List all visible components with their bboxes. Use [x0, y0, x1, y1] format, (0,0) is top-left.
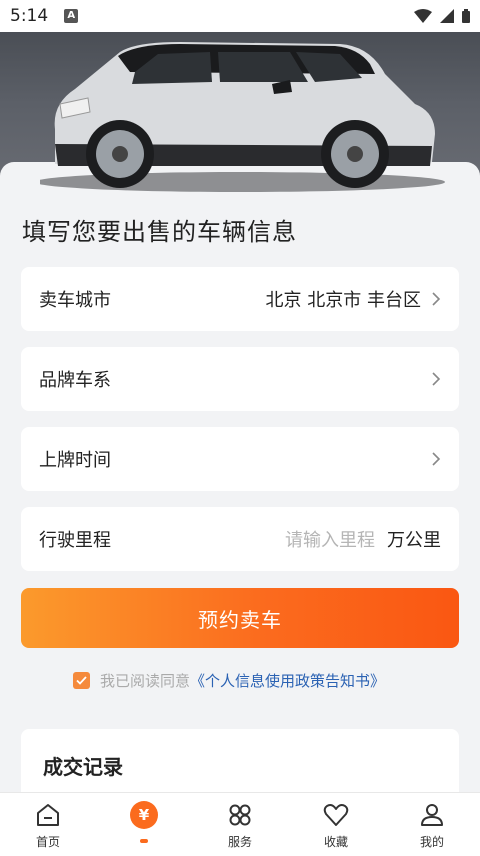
tab-service[interactable]: 服务: [192, 793, 288, 856]
chevron-right-icon: [432, 452, 441, 466]
city-value: 北京 北京市 丰台区: [265, 290, 421, 311]
tab-mine[interactable]: 我的: [384, 793, 480, 856]
privacy-policy-link[interactable]: 《个人信息使用政策告知书》: [190, 670, 385, 691]
agreement-row: 我已阅读同意 《个人信息使用政策告知书》: [73, 670, 385, 691]
chevron-right-icon: [432, 292, 441, 306]
mileage-input[interactable]: 请输入里程: [285, 526, 375, 552]
tab-favorites-label: 收藏: [323, 835, 348, 849]
heart-icon: [323, 804, 349, 826]
brand-label: 品牌车系: [39, 370, 111, 391]
brand-row[interactable]: 品牌车系: [21, 347, 459, 411]
agreement-prefix: 我已阅读同意: [100, 672, 191, 690]
tab-home-label: 首页: [35, 835, 60, 849]
tab-service-label: 服务: [227, 835, 252, 849]
book-sell-button[interactable]: 预约卖车: [21, 588, 459, 648]
city-label: 卖车城市: [39, 290, 111, 311]
car-image: [35, 34, 450, 198]
notification-a-icon: A: [64, 9, 79, 23]
mileage-unit: 万公里: [387, 530, 441, 551]
chevron-right-icon: [432, 372, 441, 386]
tab-home[interactable]: 首页: [0, 793, 96, 856]
wifi-icon: [414, 9, 432, 23]
active-indicator: [140, 839, 148, 843]
tab-mine-label: 我的: [419, 835, 444, 849]
plate-time-row[interactable]: 上牌时间: [21, 427, 459, 491]
signal-icon: [440, 9, 454, 23]
yuan-icon: ¥: [130, 801, 158, 829]
check-icon: [76, 676, 87, 685]
battery-icon: [462, 9, 470, 23]
status-time: 5:14: [10, 6, 49, 26]
tab-sell[interactable]: ¥: [96, 793, 192, 856]
grid-icon: [229, 804, 251, 826]
deal-records-title: 成交记录: [43, 755, 123, 779]
home-icon: [37, 804, 59, 826]
status-bar: 5:14 A: [0, 0, 480, 32]
mileage-row[interactable]: 行驶里程 请输入里程 万公里: [21, 507, 459, 571]
page-title: 填写您要出售的车辆信息: [22, 218, 297, 246]
bottom-tab-bar: 首页 ¥ 服务 收藏 我的: [0, 792, 480, 856]
agreement-checkbox[interactable]: [73, 672, 90, 689]
status-icons: [414, 9, 470, 23]
user-icon: [421, 804, 443, 826]
mileage-label: 行驶里程: [39, 530, 111, 551]
plate-time-label: 上牌时间: [39, 450, 111, 471]
tab-favorites[interactable]: 收藏: [288, 793, 384, 856]
city-row[interactable]: 卖车城市 北京 北京市 丰台区: [21, 267, 459, 331]
